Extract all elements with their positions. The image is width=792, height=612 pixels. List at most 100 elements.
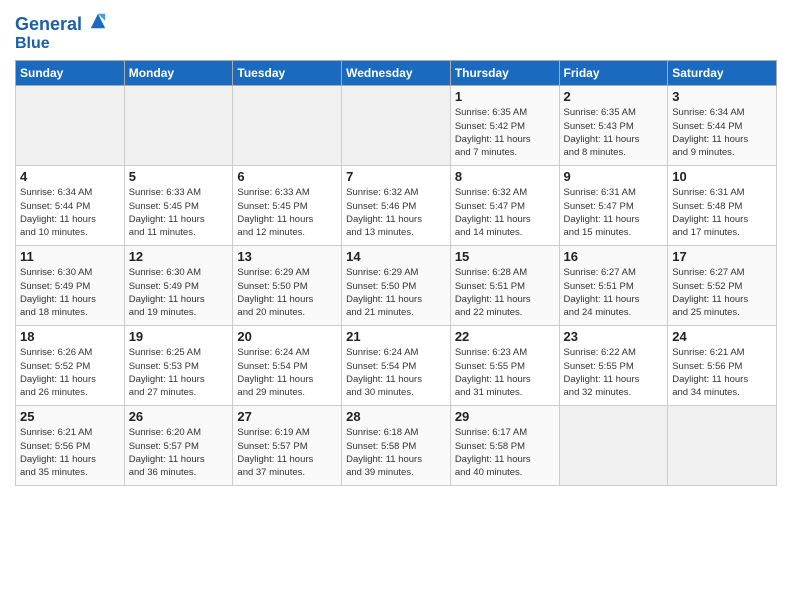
calendar-table: SundayMondayTuesdayWednesdayThursdayFrid…	[15, 60, 777, 486]
day-info: Sunrise: 6:30 AM Sunset: 5:49 PM Dayligh…	[129, 266, 229, 319]
day-number: 22	[455, 329, 555, 344]
day-info: Sunrise: 6:28 AM Sunset: 5:51 PM Dayligh…	[455, 266, 555, 319]
calendar-cell: 22 Sunrise: 6:23 AM Sunset: 5:55 PM Dayli…	[450, 326, 559, 406]
calendar-cell: 18Sunrise: 6:26 AM Sunset: 5:52 PM Dayli…	[16, 326, 125, 406]
day-number: 29	[455, 409, 555, 424]
day-info: Sunrise: 6:27 AM Sunset: 5:51 PM Dayligh…	[564, 266, 664, 319]
calendar-cell: 4 Sunrise: 6:34 AM Sunset: 5:44 PM Daylig…	[16, 166, 125, 246]
day-number: 23	[564, 329, 664, 344]
calendar-cell	[124, 86, 233, 166]
day-number: 7	[346, 169, 446, 184]
calendar-cell: 11 Sunrise: 6:30 AM Sunset: 5:49 PM Dayli…	[16, 246, 125, 326]
calendar-week-row: 18Sunrise: 6:26 AM Sunset: 5:52 PM Dayli…	[16, 326, 777, 406]
calendar-cell: 10Sunrise: 6:31 AM Sunset: 5:48 PM Dayli…	[668, 166, 777, 246]
day-number: 15	[455, 249, 555, 264]
calendar-cell	[668, 406, 777, 486]
day-info: Sunrise: 6:33 AM Sunset: 5:45 PM Dayligh…	[237, 186, 337, 239]
calendar-cell: 12 Sunrise: 6:30 AM Sunset: 5:49 PM Dayli…	[124, 246, 233, 326]
day-info: Sunrise: 6:21 AM Sunset: 5:56 PM Dayligh…	[672, 346, 772, 399]
day-info: Sunrise: 6:31 AM Sunset: 5:48 PM Dayligh…	[672, 186, 772, 239]
weekday-header-row: SundayMondayTuesdayWednesdayThursdayFrid…	[16, 61, 777, 86]
day-info: Sunrise: 6:21 AM Sunset: 5:56 PM Dayligh…	[20, 426, 120, 479]
day-number: 17	[672, 249, 772, 264]
weekday-header-saturday: Saturday	[668, 61, 777, 86]
calendar-cell: 26 Sunrise: 6:20 AM Sunset: 5:57 PM Dayli…	[124, 406, 233, 486]
day-number: 5	[129, 169, 229, 184]
calendar-cell: 21 Sunrise: 6:24 AM Sunset: 5:54 PM Dayli…	[342, 326, 451, 406]
day-info: Sunrise: 6:32 AM Sunset: 5:46 PM Dayligh…	[346, 186, 446, 239]
day-number: 4	[20, 169, 120, 184]
day-info: Sunrise: 6:23 AM Sunset: 5:55 PM Dayligh…	[455, 346, 555, 399]
calendar-week-row: 4 Sunrise: 6:34 AM Sunset: 5:44 PM Daylig…	[16, 166, 777, 246]
calendar-cell	[233, 86, 342, 166]
calendar-cell: 3 Sunrise: 6:34 AM Sunset: 5:44 PM Daylig…	[668, 86, 777, 166]
day-info: Sunrise: 6:34 AM Sunset: 5:44 PM Dayligh…	[672, 106, 772, 159]
day-number: 11	[20, 249, 120, 264]
calendar-cell: 8 Sunrise: 6:32 AM Sunset: 5:47 PM Daylig…	[450, 166, 559, 246]
weekday-header-monday: Monday	[124, 61, 233, 86]
day-number: 20	[237, 329, 337, 344]
day-info: Sunrise: 6:32 AM Sunset: 5:47 PM Dayligh…	[455, 186, 555, 239]
day-number: 9	[564, 169, 664, 184]
calendar-cell: 28Sunrise: 6:18 AM Sunset: 5:58 PM Dayli…	[342, 406, 451, 486]
calendar-cell: 14Sunrise: 6:29 AM Sunset: 5:50 PM Dayli…	[342, 246, 451, 326]
calendar-week-row: 1 Sunrise: 6:35 AM Sunset: 5:42 PM Daylig…	[16, 86, 777, 166]
calendar-cell: 23 Sunrise: 6:22 AM Sunset: 5:55 PM Dayli…	[559, 326, 668, 406]
calendar-week-row: 25Sunrise: 6:21 AM Sunset: 5:56 PM Dayli…	[16, 406, 777, 486]
calendar-cell: 2 Sunrise: 6:35 AM Sunset: 5:43 PM Daylig…	[559, 86, 668, 166]
day-info: Sunrise: 6:24 AM Sunset: 5:54 PM Dayligh…	[346, 346, 446, 399]
day-number: 6	[237, 169, 337, 184]
logo: General Blue	[15, 15, 107, 52]
calendar-cell: 16 Sunrise: 6:27 AM Sunset: 5:51 PM Dayli…	[559, 246, 668, 326]
day-number: 24	[672, 329, 772, 344]
day-number: 16	[564, 249, 664, 264]
day-info: Sunrise: 6:29 AM Sunset: 5:50 PM Dayligh…	[237, 266, 337, 319]
day-info: Sunrise: 6:17 AM Sunset: 5:58 PM Dayligh…	[455, 426, 555, 479]
calendar-cell: 7 Sunrise: 6:32 AM Sunset: 5:46 PM Daylig…	[342, 166, 451, 246]
calendar-cell	[16, 86, 125, 166]
calendar-cell: 25Sunrise: 6:21 AM Sunset: 5:56 PM Dayli…	[16, 406, 125, 486]
calendar-cell	[342, 86, 451, 166]
day-number: 21	[346, 329, 446, 344]
day-info: Sunrise: 6:19 AM Sunset: 5:57 PM Dayligh…	[237, 426, 337, 479]
logo-text: General	[15, 15, 107, 35]
calendar-cell: 24 Sunrise: 6:21 AM Sunset: 5:56 PM Dayli…	[668, 326, 777, 406]
day-info: Sunrise: 6:30 AM Sunset: 5:49 PM Dayligh…	[20, 266, 120, 319]
calendar-cell: 27 Sunrise: 6:19 AM Sunset: 5:57 PM Dayli…	[233, 406, 342, 486]
day-number: 28	[346, 409, 446, 424]
day-info: Sunrise: 6:35 AM Sunset: 5:43 PM Dayligh…	[564, 106, 664, 159]
day-info: Sunrise: 6:25 AM Sunset: 5:53 PM Dayligh…	[129, 346, 229, 399]
calendar-cell: 15 Sunrise: 6:28 AM Sunset: 5:51 PM Dayli…	[450, 246, 559, 326]
day-number: 27	[237, 409, 337, 424]
weekday-header-sunday: Sunday	[16, 61, 125, 86]
weekday-header-thursday: Thursday	[450, 61, 559, 86]
page-header: General Blue	[15, 10, 777, 52]
day-info: Sunrise: 6:35 AM Sunset: 5:42 PM Dayligh…	[455, 106, 555, 159]
calendar-week-row: 11 Sunrise: 6:30 AM Sunset: 5:49 PM Dayli…	[16, 246, 777, 326]
calendar-cell: 5 Sunrise: 6:33 AM Sunset: 5:45 PM Daylig…	[124, 166, 233, 246]
day-number: 2	[564, 89, 664, 104]
day-info: Sunrise: 6:31 AM Sunset: 5:47 PM Dayligh…	[564, 186, 664, 239]
day-info: Sunrise: 6:27 AM Sunset: 5:52 PM Dayligh…	[672, 266, 772, 319]
calendar-cell: 6 Sunrise: 6:33 AM Sunset: 5:45 PM Daylig…	[233, 166, 342, 246]
day-info: Sunrise: 6:22 AM Sunset: 5:55 PM Dayligh…	[564, 346, 664, 399]
day-number: 1	[455, 89, 555, 104]
calendar-cell: 19Sunrise: 6:25 AM Sunset: 5:53 PM Dayli…	[124, 326, 233, 406]
day-number: 12	[129, 249, 229, 264]
day-info: Sunrise: 6:34 AM Sunset: 5:44 PM Dayligh…	[20, 186, 120, 239]
weekday-header-wednesday: Wednesday	[342, 61, 451, 86]
logo-subtext: Blue	[15, 35, 107, 53]
calendar-cell: 29 Sunrise: 6:17 AM Sunset: 5:58 PM Dayli…	[450, 406, 559, 486]
day-info: Sunrise: 6:33 AM Sunset: 5:45 PM Dayligh…	[129, 186, 229, 239]
calendar-cell: 20 Sunrise: 6:24 AM Sunset: 5:54 PM Dayli…	[233, 326, 342, 406]
day-number: 3	[672, 89, 772, 104]
day-info: Sunrise: 6:26 AM Sunset: 5:52 PM Dayligh…	[20, 346, 120, 399]
day-number: 26	[129, 409, 229, 424]
calendar-cell	[559, 406, 668, 486]
day-info: Sunrise: 6:24 AM Sunset: 5:54 PM Dayligh…	[237, 346, 337, 399]
day-info: Sunrise: 6:29 AM Sunset: 5:50 PM Dayligh…	[346, 266, 446, 319]
day-number: 8	[455, 169, 555, 184]
day-info: Sunrise: 6:20 AM Sunset: 5:57 PM Dayligh…	[129, 426, 229, 479]
calendar-cell: 9 Sunrise: 6:31 AM Sunset: 5:47 PM Daylig…	[559, 166, 668, 246]
calendar-cell: 1 Sunrise: 6:35 AM Sunset: 5:42 PM Daylig…	[450, 86, 559, 166]
